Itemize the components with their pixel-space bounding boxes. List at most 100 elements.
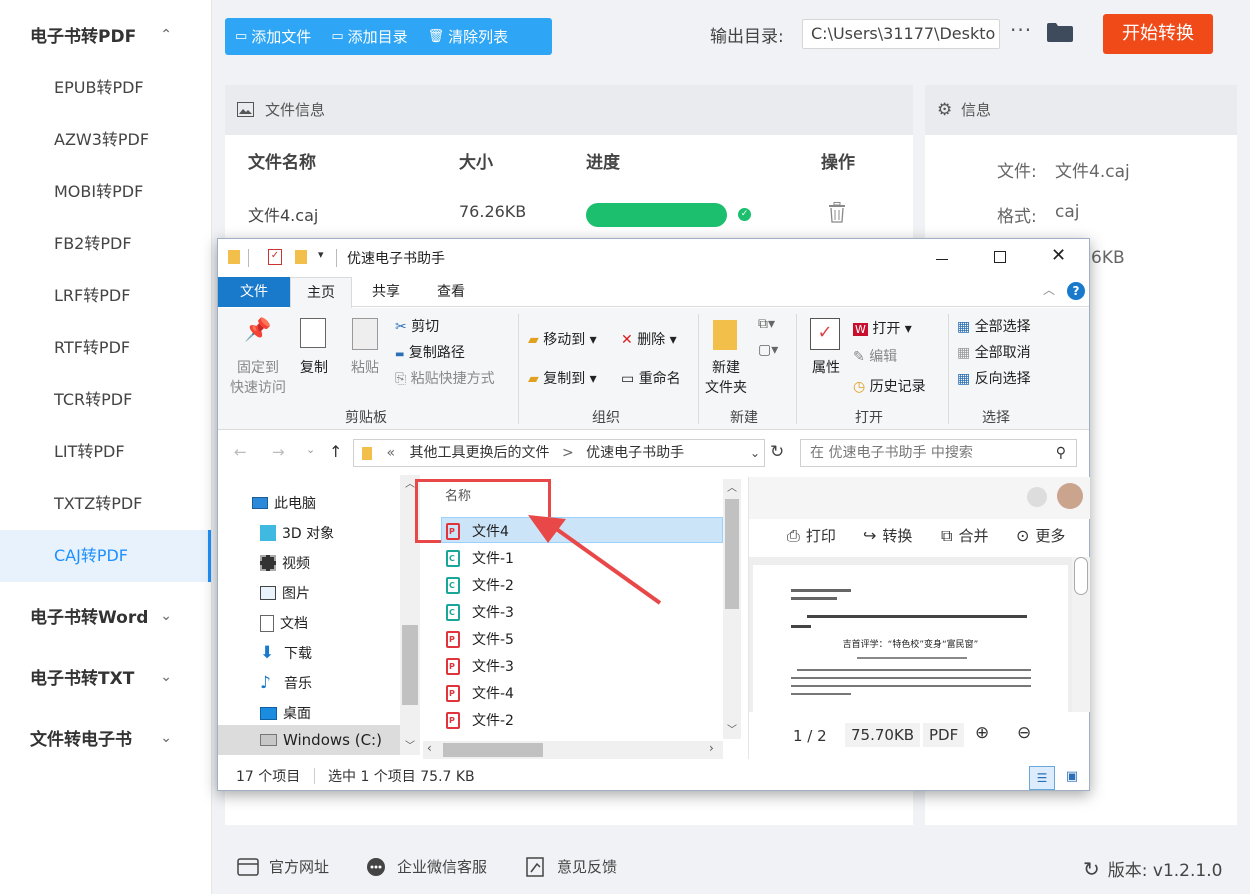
wechat-service-link[interactable]: 企业微信客服: [365, 856, 487, 877]
move-to-button[interactable]: ▰ 移动到 ▾: [528, 329, 597, 349]
more-button[interactable]: ···: [1010, 18, 1032, 42]
refresh-icon[interactable]: ↻: [770, 442, 784, 462]
convert-button[interactable]: ↪ 转换: [863, 525, 912, 546]
zoom-in-icon[interactable]: ⊕: [975, 723, 989, 743]
zoom-out-icon[interactable]: ⊖: [1017, 723, 1031, 743]
select-none-button[interactable]: ▦ 全部取消: [957, 342, 1031, 362]
nav-item-downloads[interactable]: ⬇ 下载: [260, 643, 312, 663]
sidebar-item-tcr[interactable]: TCR转PDF: [0, 374, 211, 426]
print-button[interactable]: ⎙ 打印: [787, 525, 836, 546]
nav-item-music[interactable]: ♪ 音乐: [260, 673, 312, 693]
tab-share[interactable]: 共享: [358, 277, 414, 307]
sidebar-item-txtz[interactable]: TXTZ转PDF: [0, 478, 211, 530]
sidebar-item-fb2[interactable]: FB2转PDF: [0, 218, 211, 270]
details-view-button[interactable]: ☰: [1029, 766, 1055, 790]
rename-button[interactable]: ▭ 重命名: [621, 368, 681, 388]
group-ebook-to-pdf[interactable]: 电子书转PDF ⌃: [30, 22, 190, 48]
file-item[interactable]: C 文件-3: [446, 602, 514, 622]
tab-home[interactable]: 主页: [290, 277, 352, 308]
list-scroll-thumb[interactable]: [725, 499, 739, 609]
easy-access-icon[interactable]: ▢▾: [758, 342, 778, 358]
breadcrumb-part2[interactable]: 优速电子书助手: [586, 445, 684, 461]
properties-icon[interactable]: ✓: [268, 249, 282, 265]
tab-file[interactable]: 文件: [218, 277, 290, 307]
clear-list-button[interactable]: 🗑 清除列表: [418, 18, 519, 55]
address-input[interactable]: « 其他工具更换后的文件 > 优速电子书助手 ⌄: [353, 439, 765, 467]
copy-path-button[interactable]: ▬ 复制路径: [395, 342, 465, 362]
list-vscrollbar[interactable]: ︿ ﹀: [723, 479, 741, 739]
file-item[interactable]: P 文件-2: [446, 710, 514, 730]
up-arrow-icon[interactable]: ↑: [329, 442, 342, 461]
new-item-icon[interactable]: ⧉▾: [758, 316, 775, 332]
breadcrumb-part1[interactable]: 其他工具更换后的文件: [409, 445, 549, 461]
nav-scroll-thumb[interactable]: [402, 625, 418, 705]
cut-button[interactable]: ✂ 剪切: [395, 316, 439, 336]
close-button[interactable]: ✕: [1051, 245, 1066, 266]
paste-shortcut-button[interactable]: ⎘ 粘贴快捷方式: [395, 368, 495, 388]
output-path-input[interactable]: C:\Users\31177\Deskto: [802, 19, 1000, 49]
folder-icon[interactable]: [1047, 22, 1073, 42]
file-item[interactable]: C 文件-1: [446, 548, 514, 568]
back-arrow-icon[interactable]: ←: [234, 443, 247, 461]
invert-selection-button[interactable]: ▦ 反向选择: [957, 368, 1031, 388]
recent-dropdown-icon[interactable]: ⌄: [306, 443, 315, 456]
forward-arrow-icon[interactable]: →: [272, 443, 285, 461]
paste-button[interactable]: 粘贴: [346, 358, 384, 378]
more-button[interactable]: ⊙ 更多: [1016, 525, 1065, 546]
file-item[interactable]: P 文件-4: [446, 683, 514, 703]
file-item[interactable]: P 文件-3: [446, 656, 514, 676]
website-link[interactable]: 官方网址: [237, 856, 329, 877]
file-item[interactable]: C 文件-2: [446, 575, 514, 595]
nav-item-c-drive[interactable]: Windows (C:): [218, 725, 400, 755]
collapse-ribbon-icon[interactable]: ︿: [1043, 281, 1055, 298]
sidebar-item-caj[interactable]: CAJ转PDF: [0, 530, 211, 582]
sidebar-item-rtf[interactable]: RTF转PDF: [0, 322, 211, 374]
nav-item-pictures[interactable]: 图片: [260, 583, 310, 603]
sidebar-item-azw3[interactable]: AZW3转PDF: [0, 114, 211, 166]
sidebar-item-lrf[interactable]: LRF转PDF: [0, 270, 211, 322]
add-dir-button[interactable]: ▭ 添加目录: [321, 18, 417, 55]
list-hscrollbar[interactable]: ‹ ›: [423, 741, 723, 759]
group-ebook-to-word[interactable]: 电子书转Word ⌄: [30, 603, 190, 629]
history-button[interactable]: ◷ 历史记录: [853, 376, 926, 396]
properties-button[interactable]: 属性: [806, 358, 846, 378]
preview-scroll-thumb[interactable]: [1074, 557, 1088, 595]
sidebar-item-lit[interactable]: LIT转PDF: [0, 426, 211, 478]
settings-icon[interactable]: [1027, 487, 1047, 507]
preview-scrollbar[interactable]: [1072, 557, 1090, 712]
delete-button[interactable]: ✕ 删除 ▾: [621, 329, 677, 349]
new-folder-button[interactable]: 新建 文件夹: [702, 358, 750, 398]
copy-button[interactable]: 复制: [296, 358, 332, 378]
new-folder-icon[interactable]: [295, 250, 307, 264]
select-all-button[interactable]: ▦ 全部选择: [957, 316, 1031, 336]
address-dropdown-icon[interactable]: ⌄: [750, 440, 760, 466]
start-convert-button[interactable]: 开始转换: [1103, 14, 1213, 54]
large-icons-view-button[interactable]: ▣: [1061, 766, 1083, 790]
open-button[interactable]: W 打开 ▾: [853, 318, 912, 338]
help-icon[interactable]: ?: [1067, 282, 1085, 300]
copy-to-button[interactable]: ▰ 复制到 ▾: [528, 368, 597, 388]
group-ebook-to-txt[interactable]: 电子书转TXT ⌄: [30, 664, 190, 690]
maximize-button[interactable]: [994, 251, 1006, 263]
merge-button[interactable]: ⧉ 合并: [941, 525, 988, 546]
file-item[interactable]: P 文件4: [446, 521, 509, 541]
file-item[interactable]: P 文件-5: [446, 629, 514, 649]
search-input[interactable]: 在 优速电子书助手 中搜索 ⚲: [800, 439, 1077, 467]
edit-button[interactable]: ✎ 编辑: [853, 346, 897, 366]
nav-item-videos[interactable]: 视频: [260, 553, 310, 573]
add-file-button[interactable]: ▭ 添加文件: [225, 18, 321, 55]
feedback-link[interactable]: 意见反馈: [525, 856, 617, 877]
minimize-button[interactable]: [936, 248, 948, 260]
nav-item-3d-objects[interactable]: 3D 对象: [260, 523, 334, 543]
hscroll-thumb[interactable]: [443, 743, 543, 757]
nav-item-this-pc[interactable]: 此电脑: [252, 493, 316, 513]
avatar[interactable]: [1057, 483, 1083, 509]
pin-quick-access-button[interactable]: 固定到 快速访问: [226, 358, 290, 398]
sidebar-item-epub[interactable]: EPUB转PDF: [0, 62, 211, 114]
nav-item-desktop[interactable]: 桌面: [260, 703, 311, 723]
group-file-to-ebook[interactable]: 文件转电子书 ⌄: [30, 725, 190, 751]
sidebar-item-mobi[interactable]: MOBI转PDF: [0, 166, 211, 218]
delete-icon[interactable]: [828, 202, 846, 223]
nav-item-documents[interactable]: 文档: [260, 613, 308, 633]
dropdown-icon[interactable]: ▾: [318, 248, 324, 261]
